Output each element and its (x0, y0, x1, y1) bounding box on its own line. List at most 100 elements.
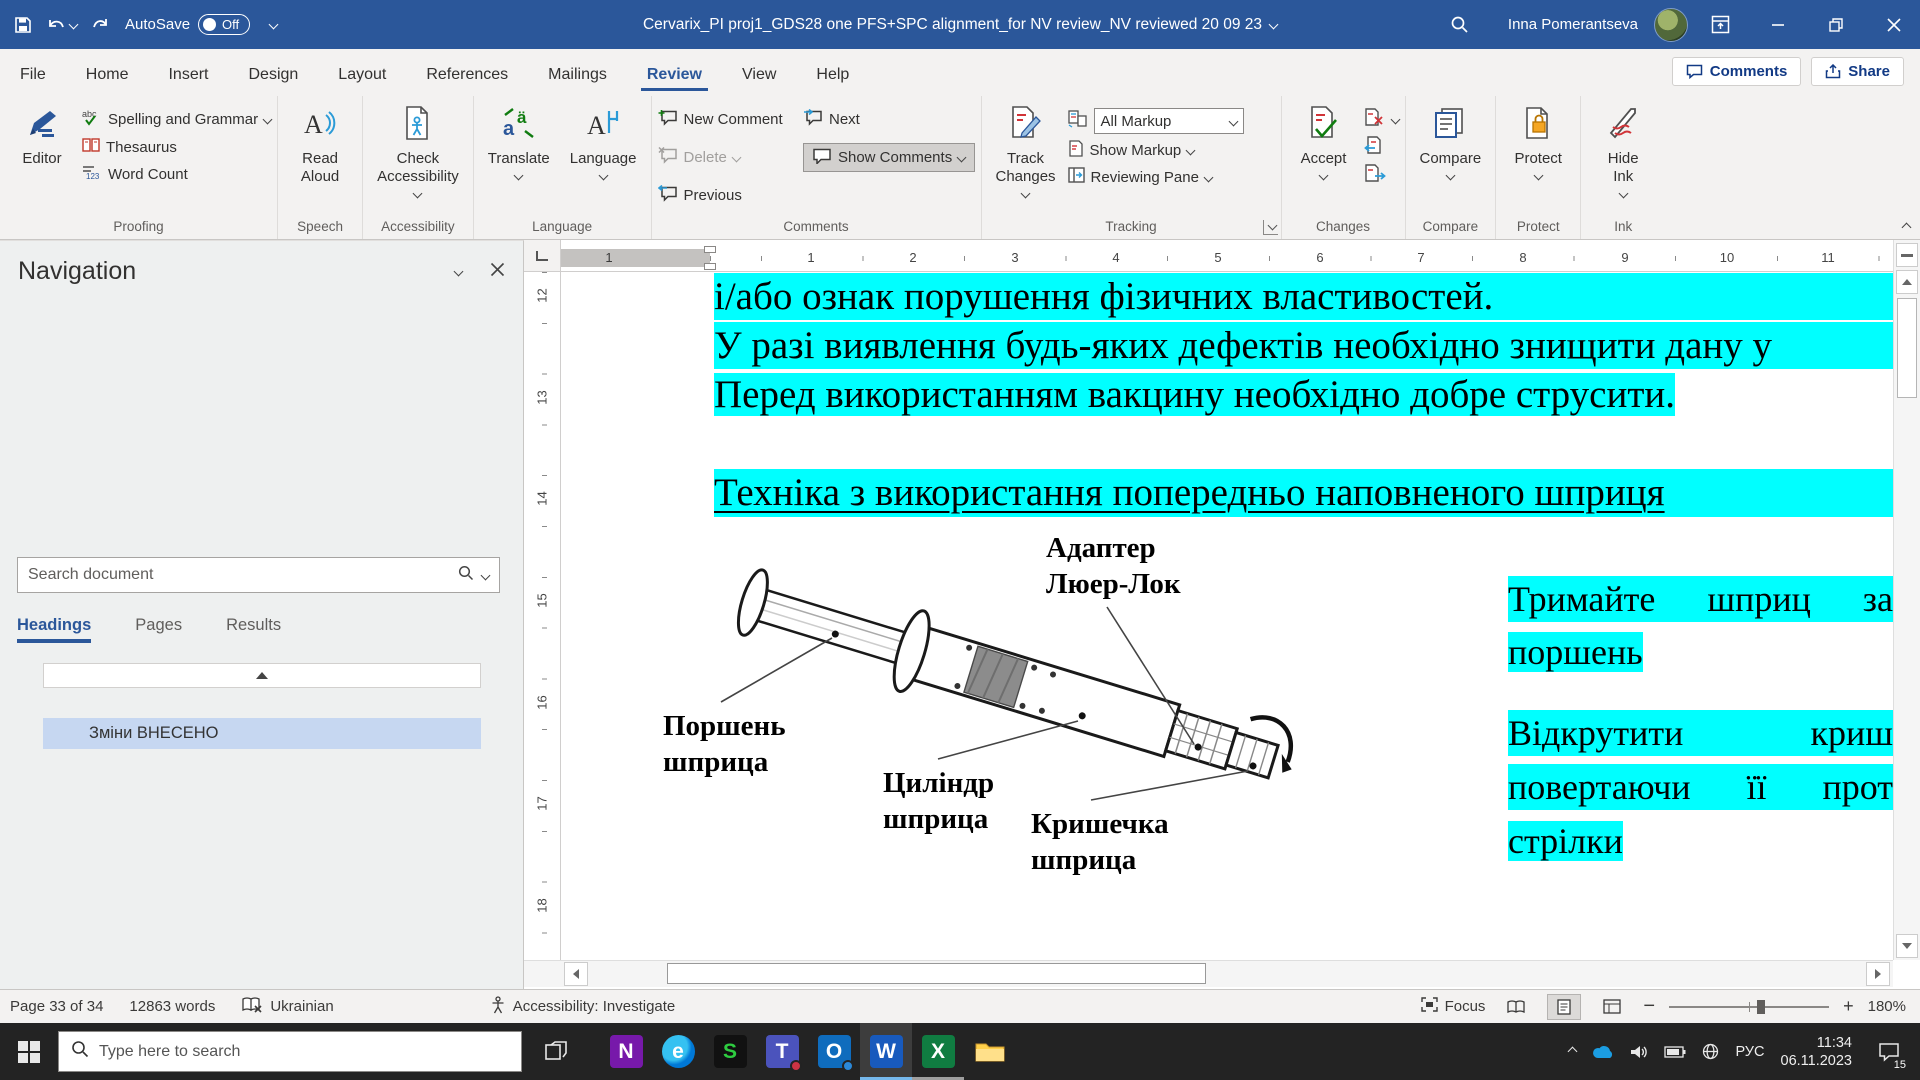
check-accessibility-button[interactable]: Check Accessibility (369, 100, 467, 199)
check-accessibility-chevron-icon[interactable] (413, 189, 423, 199)
accept-button[interactable]: Accept (1288, 100, 1360, 181)
horizontal-ruler[interactable]: 1 1 2 3 4 5 6 7 8 9 10 11 (561, 245, 1893, 272)
onedrive-tray-icon[interactable] (1592, 1045, 1614, 1059)
proofing-status[interactable]: Ukrainian (241, 996, 333, 1018)
web-layout-button[interactable] (1595, 994, 1629, 1020)
zoom-in-button[interactable]: + (1843, 996, 1854, 1017)
nav-search-icon[interactable] (458, 565, 474, 586)
indent-marker-bottom[interactable] (704, 263, 716, 270)
navigation-close-icon[interactable] (490, 262, 505, 282)
nav-heading-item[interactable]: Зміни ВНЕСЕНО (43, 718, 481, 749)
nav-search-chevron-icon[interactable] (481, 570, 491, 580)
keyboard-language[interactable]: РУС (1735, 1044, 1764, 1060)
search-icon[interactable] (1434, 0, 1486, 49)
task-view-button[interactable] (530, 1023, 582, 1080)
tab-insert[interactable]: Insert (148, 56, 228, 96)
restore-button[interactable] (1810, 0, 1862, 49)
next-change-button[interactable] (1364, 164, 1399, 187)
show-markup-chevron-icon[interactable] (1186, 146, 1196, 156)
onenote-icon[interactable]: N (600, 1023, 652, 1080)
language-chevron-icon[interactable] (598, 171, 608, 181)
tab-file[interactable]: File (0, 56, 66, 96)
word-count-button[interactable]: 123 Word Count (82, 164, 271, 184)
autosave-toggle[interactable]: AutoSave Off (125, 14, 250, 35)
zoom-level[interactable]: 180% (1868, 998, 1906, 1015)
tray-expand-icon[interactable] (1568, 1047, 1578, 1057)
reviewing-pane-button[interactable]: Reviewing Pane (1068, 167, 1244, 187)
tab-review[interactable]: Review (627, 56, 722, 96)
headings-scroll-up[interactable] (43, 663, 481, 688)
green-s-app-icon[interactable]: S (704, 1023, 756, 1080)
edge-icon[interactable]: e (652, 1023, 704, 1080)
zoom-out-button[interactable]: − (1643, 995, 1655, 1018)
tab-design[interactable]: Design (228, 56, 318, 96)
scroll-left-arrow[interactable] (564, 962, 588, 986)
track-changes-button[interactable]: Track Changes (988, 100, 1064, 199)
close-button[interactable] (1868, 0, 1920, 49)
document-page[interactable]: і/або ознак порушення фізичних властивос… (561, 272, 1893, 960)
side-note-line[interactable]: поршень (1508, 629, 1893, 675)
undo-chevron-icon[interactable] (69, 20, 79, 30)
volume-icon[interactable] (1630, 1044, 1648, 1060)
collapse-ribbon-icon[interactable] (1902, 223, 1912, 233)
file-explorer-icon[interactable] (964, 1023, 1016, 1080)
qat-customize-icon[interactable] (269, 20, 279, 30)
protect-chevron-icon[interactable] (1533, 171, 1543, 181)
nav-tab-pages[interactable]: Pages (135, 616, 182, 643)
title-chevron-icon[interactable] (1269, 20, 1279, 30)
taskbar-search-input[interactable] (99, 1043, 509, 1061)
language-indicator[interactable]: Ukrainian (270, 998, 333, 1015)
next-comment-button[interactable]: Next (803, 109, 975, 130)
spelling-grammar-button[interactable]: abc Spelling and Grammar (82, 108, 271, 130)
teams-icon[interactable]: T (756, 1023, 808, 1080)
print-layout-button[interactable] (1547, 994, 1581, 1020)
action-center-button[interactable]: 15 (1868, 1023, 1910, 1080)
editor-button[interactable]: Editor (6, 100, 78, 170)
horizontal-scrollbar[interactable] (524, 960, 1893, 987)
paragraph[interactable]: і/або ознак порушення фізичних властивос… (714, 273, 1893, 320)
previous-change-button[interactable] (1364, 136, 1399, 159)
autosave-pill[interactable]: Off (198, 14, 250, 35)
hide-ink-chevron-icon[interactable] (1618, 189, 1628, 199)
search-document-input[interactable] (18, 566, 458, 584)
battery-icon[interactable] (1664, 1046, 1686, 1058)
taskbar-search-box[interactable] (58, 1031, 522, 1072)
compare-chevron-icon[interactable] (1445, 171, 1455, 181)
page-indicator[interactable]: Page 33 of 34 (10, 998, 103, 1015)
vertical-scrollbar[interactable] (1893, 240, 1920, 960)
save-icon[interactable] (14, 16, 32, 34)
scroll-down-arrow[interactable] (1896, 934, 1918, 958)
scroll-right-arrow[interactable] (1866, 962, 1890, 986)
share-button[interactable]: Share (1811, 57, 1904, 86)
nav-tab-headings[interactable]: Headings (17, 616, 91, 643)
show-markup-button[interactable]: Show Markup (1068, 140, 1244, 161)
avatar[interactable] (1654, 8, 1688, 42)
scrollbar-split-box[interactable] (1896, 243, 1918, 267)
tab-mailings[interactable]: Mailings (528, 56, 627, 96)
side-note-line[interactable]: Тримайте шприц за (1508, 576, 1893, 622)
minimize-button[interactable] (1752, 0, 1804, 49)
accessibility-status[interactable]: Accessibility: Investigate (490, 996, 676, 1018)
show-comments-button[interactable]: Show Comments (803, 143, 975, 172)
nav-tab-results[interactable]: Results (226, 616, 281, 643)
reject-button[interactable] (1364, 108, 1399, 131)
spelling-chevron-icon[interactable] (263, 114, 273, 124)
tab-references[interactable]: References (406, 56, 528, 96)
horizontal-scrollbar-thumb[interactable] (667, 963, 1206, 984)
zoom-slider-thumb[interactable] (1757, 1000, 1765, 1014)
start-button[interactable] (0, 1023, 58, 1080)
side-note-line[interactable]: Відкрутити криш (1508, 710, 1893, 756)
search-document-box[interactable] (17, 557, 500, 593)
redo-button[interactable] (91, 16, 111, 34)
vertical-ruler[interactable]: 12 13 14 15 16 17 18 (529, 272, 561, 960)
user-name[interactable]: Inna Pomerantseva (1508, 16, 1638, 33)
word-count-indicator[interactable]: 12863 words (129, 998, 215, 1015)
paragraph[interactable]: У разі виявлення будь-яких дефектів необ… (714, 322, 1893, 369)
track-changes-chevron-icon[interactable] (1021, 189, 1031, 199)
excel-icon[interactable]: X (912, 1023, 964, 1080)
zoom-slider[interactable] (1669, 999, 1829, 1015)
ribbon-display-options-icon[interactable] (1694, 0, 1746, 49)
document-title-text[interactable]: Cervarix_PI proj1_GDS28 one PFS+SPC alig… (643, 16, 1262, 34)
tab-help[interactable]: Help (796, 56, 869, 96)
tab-stop-selector[interactable] (524, 240, 561, 272)
